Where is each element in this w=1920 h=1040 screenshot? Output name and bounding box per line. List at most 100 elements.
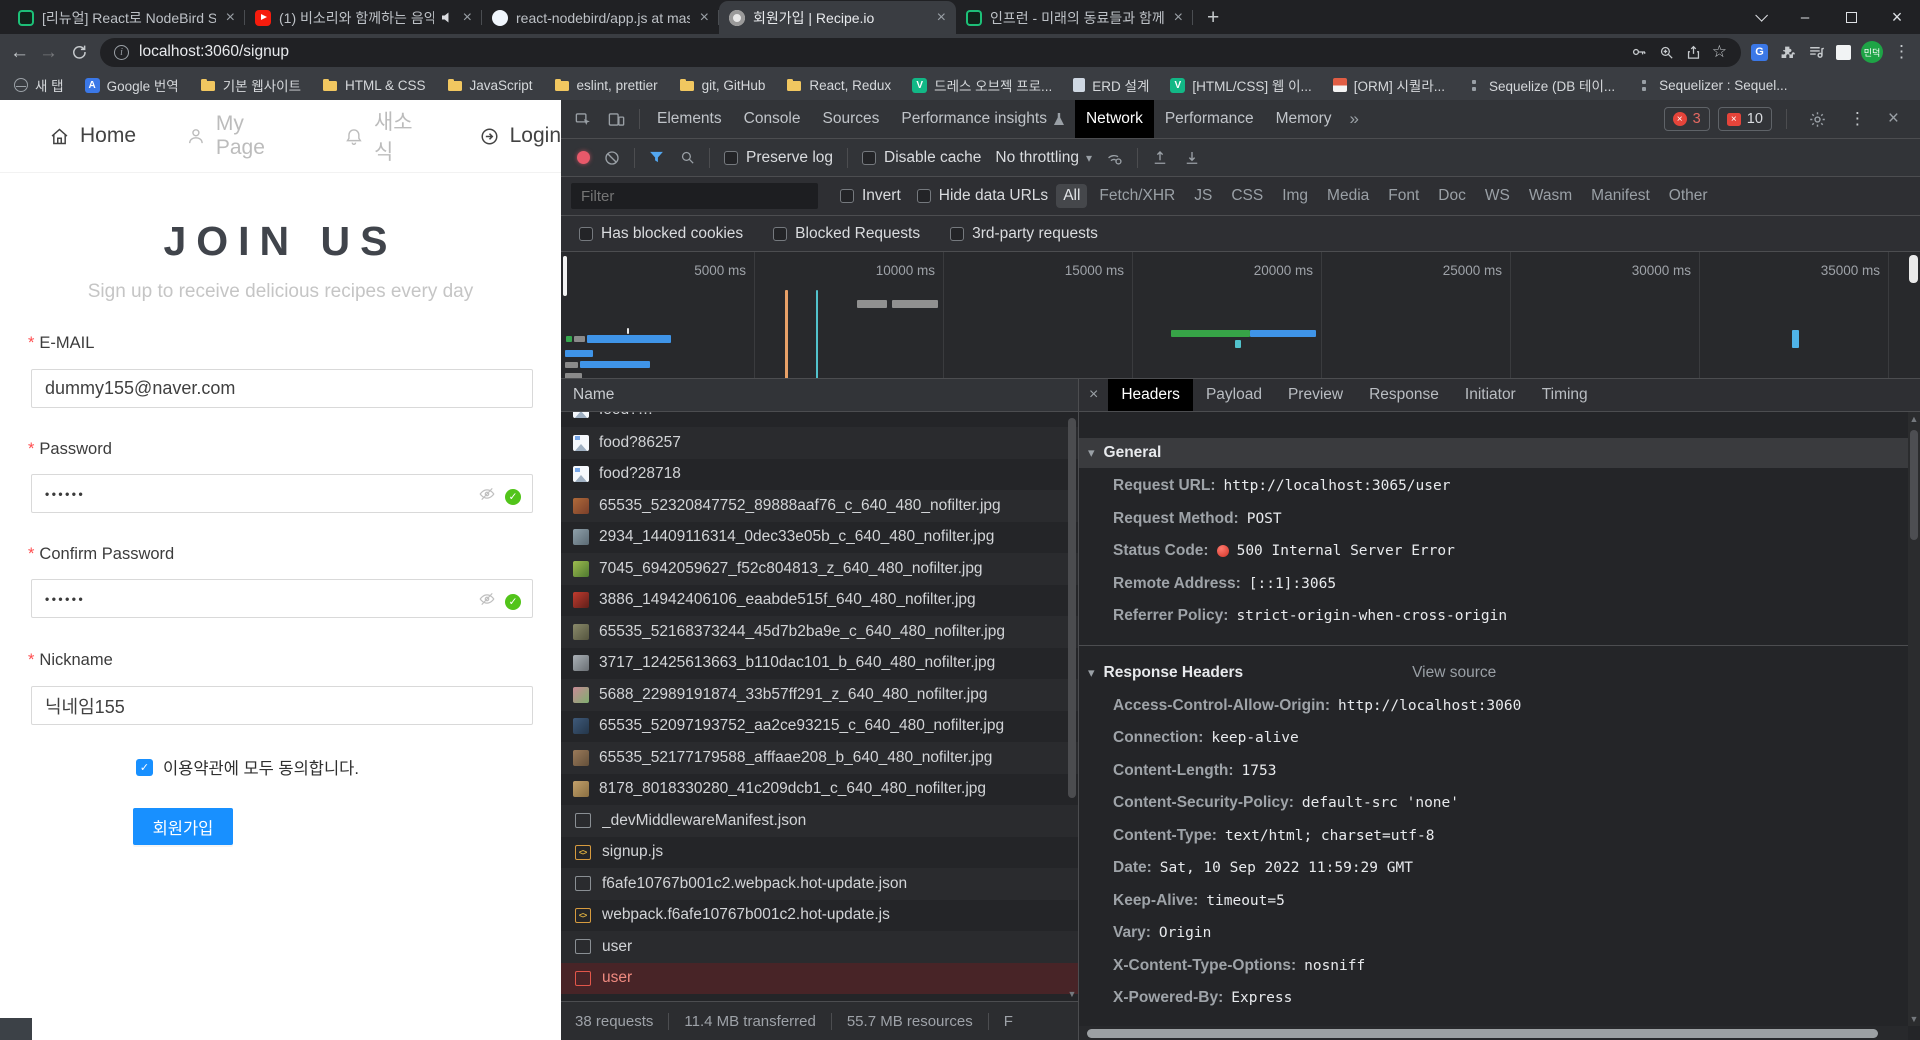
network-conditions-icon[interactable] — [1098, 148, 1131, 167]
devtools-tab[interactable]: Performance — [1154, 100, 1265, 138]
request-type-chip[interactable]: Other — [1662, 184, 1715, 208]
tab-close-icon[interactable] — [935, 10, 948, 26]
back-button[interactable] — [10, 43, 29, 62]
invert-filter-toggle[interactable]: Invert — [840, 187, 901, 205]
scrollbar-thumb[interactable] — [1087, 1028, 1878, 1038]
network-request-row[interactable]: food?86257 — [561, 427, 1078, 459]
close-window-button[interactable] — [1874, 0, 1920, 34]
network-request-row[interactable]: 7045_6942059627_f52c804813_z_640_480_nof… — [561, 553, 1078, 585]
network-request-row[interactable]: webpack.f6afe10767b001c2.hot-update.js — [561, 899, 1078, 931]
browser-menu-icon[interactable] — [1893, 42, 1910, 62]
password-key-icon[interactable] — [1630, 43, 1648, 61]
browser-tab[interactable]: 인프런 - 미래의 동료들과 함께 — [956, 1, 1193, 34]
eye-invisible-icon[interactable] — [478, 485, 496, 508]
detail-tab[interactable]: Payload — [1193, 379, 1275, 411]
playlist-extension-icon[interactable] — [1807, 43, 1826, 62]
devtools-close-icon[interactable] — [1881, 108, 1906, 130]
network-request-row[interactable]: 65535_52168373244_45d7b2ba9e_c_640_480_n… — [561, 616, 1078, 648]
overview-drag-handle[interactable] — [563, 256, 567, 296]
tab-close-icon[interactable] — [461, 10, 474, 26]
nav-login[interactable]: Login — [479, 124, 561, 148]
bookmark-item[interactable]: [HTML/CSS] 웹 이... — [1170, 75, 1312, 95]
url-text[interactable]: localhost:3060/signup — [139, 43, 1620, 61]
nav-news[interactable]: 새소식 — [344, 106, 428, 166]
network-request-row[interactable]: 65535_52097193752_aa2ce93215_c_640_480_n… — [561, 710, 1078, 742]
scroll-down-icon[interactable] — [1909, 1014, 1919, 1024]
response-headers-section-header[interactable]: Response Headers View source — [1079, 658, 1908, 688]
new-tab-button[interactable] — [1193, 6, 1233, 34]
request-type-chip[interactable]: Doc — [1431, 184, 1473, 208]
bookmark-item[interactable]: 드레스 오브젝 프로... — [912, 75, 1052, 95]
maximize-button[interactable] — [1828, 0, 1874, 34]
request-type-chip[interactable]: Font — [1381, 184, 1426, 208]
devtools-tab[interactable]: Sources — [812, 100, 891, 138]
network-request-row[interactable]: signup.js — [561, 836, 1078, 868]
share-icon[interactable] — [1685, 44, 1702, 61]
inspect-element-icon[interactable] — [567, 110, 600, 129]
network-request-row[interactable]: user — [561, 962, 1078, 994]
network-request-row[interactable]: 8178_8018330280_41c209dcb1_c_640_480_nof… — [561, 773, 1078, 805]
network-request-row[interactable]: 3717_12425613663_b110dac101_b_640_480_no… — [561, 647, 1078, 679]
site-info-icon[interactable]: i — [114, 44, 129, 60]
block-filter-toggle[interactable]: Blocked Requests — [773, 225, 920, 243]
browser-tab[interactable]: (1) 비소리와 함께하는 음악: — [245, 1, 482, 34]
bookmark-item[interactable]: Sequelize (DB 테이... — [1466, 75, 1615, 95]
bookmark-item[interactable]: git, GitHub — [679, 77, 765, 93]
bookmark-item[interactable]: 새 탭 — [14, 75, 64, 95]
devtools-tab[interactable]: Network — [1074, 100, 1154, 138]
network-request-row[interactable]: f6afe10767b001c2.webpack.hot-update.json — [561, 868, 1078, 900]
tab-close-icon[interactable] — [1172, 10, 1185, 26]
zoom-icon[interactable] — [1658, 44, 1675, 61]
request-list-scrollbar[interactable] — [1066, 412, 1078, 1001]
devtools-settings-gear-icon[interactable] — [1801, 110, 1834, 129]
bookmark-item[interactable]: [ORM] 시퀄라... — [1332, 75, 1445, 95]
network-search-icon[interactable] — [672, 149, 703, 166]
network-request-row[interactable]: 3886_14942406106_eaabde515f_640_480_nofi… — [561, 584, 1078, 616]
bookmark-item[interactable]: eslint, prettier — [554, 77, 658, 93]
address-bar[interactable]: i localhost:3060/signup — [100, 37, 1741, 67]
devtools-menu-icon[interactable] — [1842, 109, 1873, 129]
bookmark-item[interactable]: Google 번역 — [84, 75, 179, 95]
nickname-field[interactable] — [31, 686, 533, 725]
network-request-row[interactable]: 2934_14409116314_0dec33e05b_c_640_480_no… — [561, 521, 1078, 553]
scroll-down-icon[interactable] — [1067, 989, 1077, 999]
bookmark-item[interactable]: JavaScript — [447, 77, 533, 93]
more-tabs-icon[interactable] — [1343, 109, 1366, 129]
network-request-row[interactable]: 65535_52177179588_afffaae208_b_640_480_n… — [561, 742, 1078, 774]
tab-audio-icon[interactable] — [441, 12, 449, 23]
clear-network-log-icon[interactable] — [596, 149, 628, 167]
request-type-chip[interactable]: Fetch/XHR — [1092, 184, 1182, 208]
detail-horizontal-scrollbar[interactable] — [1079, 1026, 1908, 1040]
nav-home[interactable]: Home — [49, 124, 136, 148]
scrollbar-thumb[interactable] — [1910, 430, 1918, 540]
bookmark-item[interactable]: 기본 웹사이트 — [200, 75, 301, 95]
profile-avatar[interactable]: 민덕 — [1861, 41, 1883, 63]
throttling-select[interactable]: No throttling — [995, 149, 1092, 167]
detail-tab[interactable]: Preview — [1275, 379, 1356, 411]
bookmark-item[interactable]: ERD 설계 — [1073, 75, 1149, 95]
network-request-row[interactable]: user — [561, 931, 1078, 963]
bookmark-item[interactable]: Sequelizer : Sequel... — [1636, 77, 1787, 93]
request-type-chip[interactable]: WS — [1478, 184, 1517, 208]
devtools-tab[interactable]: Performance insights — [890, 100, 1075, 138]
confirm-password-field[interactable] — [31, 579, 533, 618]
network-request-row[interactable]: _devMiddlewareManifest.json — [561, 805, 1078, 837]
detail-tab[interactable]: Headers — [1108, 379, 1193, 411]
signup-submit-button[interactable]: 회원가입 — [133, 808, 233, 845]
devtools-tab[interactable]: Memory — [1265, 100, 1343, 138]
network-request-row[interactable]: 5688_22989191874_33b57ff291_z_640_480_no… — [561, 679, 1078, 711]
view-source-link[interactable]: View source — [1412, 664, 1496, 682]
detail-tab[interactable]: Initiator — [1452, 379, 1529, 411]
devtools-tab[interactable]: Console — [733, 100, 812, 138]
reload-button[interactable] — [68, 43, 90, 61]
request-type-chip[interactable]: JS — [1187, 184, 1219, 208]
translate-extension-icon[interactable]: G — [1751, 43, 1768, 61]
issues-badge[interactable]: 10 — [1717, 107, 1772, 131]
bookmark-item[interactable]: HTML & CSS — [322, 77, 426, 93]
scroll-up-icon[interactable] — [1909, 414, 1919, 424]
nav-my-page[interactable]: My Page — [186, 112, 294, 160]
forward-button[interactable] — [39, 43, 58, 62]
browser-tab[interactable]: [리뉴얼] React로 NodeBird SNS — [8, 1, 245, 34]
block-filter-toggle[interactable]: 3rd-party requests — [950, 225, 1098, 243]
network-request-row[interactable]: 65535_52320847752_89888aaf76_c_640_480_n… — [561, 490, 1078, 522]
